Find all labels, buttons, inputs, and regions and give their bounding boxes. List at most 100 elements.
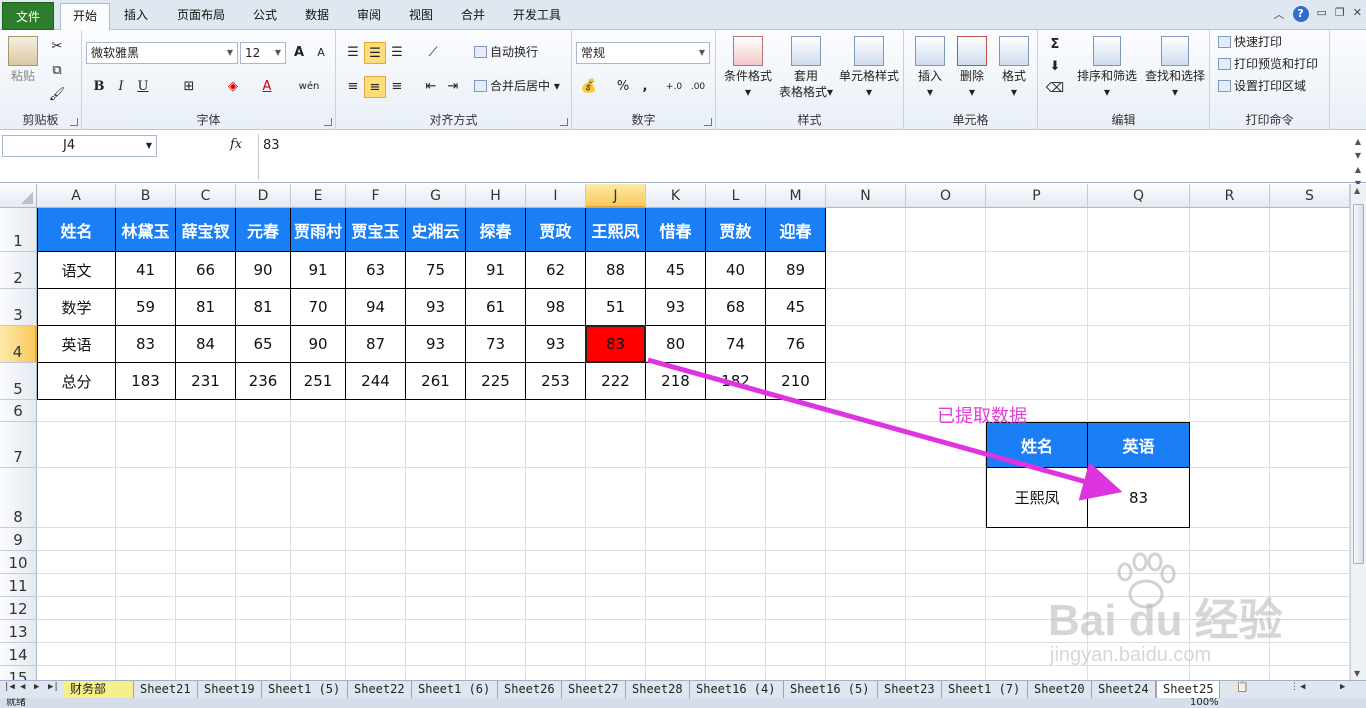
format-cells-button[interactable]: 格式 ▾	[994, 36, 1034, 100]
sheet-tab[interactable]: 财务部	[64, 681, 134, 698]
italic-button[interactable]: I	[110, 76, 132, 98]
align-bottom-icon[interactable]: ☰	[386, 42, 408, 64]
merge-center-button[interactable]: 合并后居中 ▾	[474, 76, 560, 96]
paste-button[interactable]: 粘贴	[4, 36, 42, 84]
minimize-icon[interactable]: ▭	[1317, 6, 1327, 22]
sheet-tab[interactable]: Sheet16 (4)	[690, 681, 784, 698]
close-icon[interactable]: ✕	[1353, 6, 1362, 22]
tab-merge[interactable]: 合并	[452, 3, 494, 30]
restore-icon[interactable]: ❐	[1335, 6, 1345, 22]
decrease-indent-icon[interactable]: ⇤	[420, 76, 442, 98]
align-middle-icon[interactable]: ☰	[364, 42, 386, 64]
sheet-tab[interactable]: Sheet25	[1156, 681, 1220, 699]
number-launcher-icon[interactable]	[704, 118, 712, 126]
first-sheet-icon[interactable]: |◀	[4, 682, 15, 692]
sheet-tab[interactable]: Sheet1 (7)	[942, 681, 1028, 698]
sheet-tab[interactable]: Sheet21	[134, 681, 198, 698]
sheet-tab[interactable]: Sheet24	[1092, 681, 1156, 698]
next-sheet-icon[interactable]: ▶	[34, 682, 39, 692]
increase-indent-icon[interactable]: ⇥	[442, 76, 464, 98]
tab-split-handle[interactable]: ⋮	[1290, 682, 1299, 692]
sheet-tab[interactable]: Sheet20	[1028, 681, 1092, 698]
scroll-thumb[interactable]	[1353, 204, 1364, 564]
grow-font-button[interactable]: A	[288, 42, 310, 64]
print-preview-button[interactable]: 打印预览和打印	[1218, 54, 1318, 74]
align-right-icon[interactable]: ≡	[386, 76, 408, 98]
format-painter-icon[interactable]: 🖌	[46, 84, 68, 106]
orientation-icon[interactable]: ⟋	[422, 42, 444, 64]
font-color-button[interactable]: A	[256, 76, 278, 98]
sheet-tab[interactable]: Sheet22	[348, 681, 412, 698]
cut-icon[interactable]: ✂	[46, 36, 68, 58]
function-icon[interactable]: fx	[230, 137, 242, 152]
shrink-font-button[interactable]: A	[310, 42, 332, 64]
name-box[interactable]: J4 ▼	[2, 135, 157, 157]
tab-page-layout[interactable]: 页面布局	[166, 3, 236, 30]
tab-home[interactable]: 开始	[60, 3, 110, 31]
phonetic-button[interactable]: wén	[294, 76, 324, 98]
format-as-table-button[interactable]: 套用 表格格式▾	[776, 36, 836, 100]
fill-icon[interactable]: ⬇	[1044, 56, 1066, 78]
last-sheet-icon[interactable]: ▶|	[48, 682, 59, 692]
group-label-number: 数字	[631, 113, 656, 127]
scroll-down-icon[interactable]: ▼	[1354, 669, 1360, 678]
sheet-tab[interactable]: Sheet1 (5)	[262, 681, 348, 698]
sort-filter-button[interactable]: 排序和筛选 ▾	[1074, 36, 1140, 100]
currency-icon[interactable]: 💰	[578, 76, 600, 98]
font-name-select[interactable]: 微软雅黑 ▼	[86, 42, 238, 64]
decrease-decimal-button[interactable]: .00	[686, 76, 710, 98]
sheet-tab[interactable]: Sheet19	[198, 681, 262, 698]
formula-input[interactable]: 83	[258, 134, 1346, 180]
tab-file[interactable]: 文件	[2, 2, 54, 30]
wrap-text-button[interactable]: 自动换行	[474, 42, 538, 62]
cell-styles-button[interactable]: 单元格样式 ▾	[836, 36, 902, 100]
sheet-tab[interactable]: Sheet1 (6)	[412, 681, 498, 698]
border-icon[interactable]: ⊞	[178, 76, 200, 98]
comma-button[interactable]: ,	[634, 76, 656, 98]
autosum-button[interactable]: Σ	[1044, 34, 1066, 56]
sheet-tab[interactable]: Sheet26	[498, 681, 562, 698]
quick-print-button[interactable]: 快速打印	[1218, 32, 1282, 52]
formula-bar-scroll[interactable]: ▲▼▲▼	[1352, 135, 1364, 191]
hscroll-left-icon[interactable]: ◀	[1300, 682, 1305, 692]
sheet-tab[interactable]: Sheet27	[562, 681, 626, 698]
vertical-scrollbar[interactable]: ▲ ▼	[1350, 184, 1366, 680]
sheet-tab[interactable]: Sheet16 (5)	[784, 681, 878, 698]
zoom-level[interactable]: 100%	[1190, 698, 1219, 708]
tab-developer[interactable]: 开发工具	[504, 3, 570, 30]
prev-sheet-icon[interactable]: ◀	[20, 682, 25, 692]
font-size-select[interactable]: 12 ▼	[240, 42, 286, 64]
bold-button[interactable]: B	[88, 76, 110, 98]
sheet-tab[interactable]: Sheet23	[878, 681, 942, 698]
tab-data[interactable]: 数据	[296, 3, 338, 30]
align-center-icon[interactable]: ≡	[364, 76, 386, 98]
align-top-icon[interactable]: ☰	[342, 42, 364, 64]
print-area-button[interactable]: 设置打印区域	[1218, 76, 1306, 96]
percent-button[interactable]: %	[612, 76, 634, 98]
tab-insert[interactable]: 插入	[114, 3, 158, 30]
help-icon[interactable]: ?	[1292, 6, 1309, 22]
font-launcher-icon[interactable]	[324, 118, 332, 126]
find-select-button[interactable]: 查找和选择 ▾	[1142, 36, 1208, 100]
insert-sheet-icon[interactable]: 📋	[1236, 682, 1248, 693]
copy-icon[interactable]: ⧉	[46, 60, 68, 82]
align-left-icon[interactable]: ≡	[342, 76, 364, 98]
hscroll-right-icon[interactable]: ▶	[1340, 682, 1345, 692]
tab-view[interactable]: 视图	[400, 3, 442, 30]
number-format-select[interactable]: 常规 ▼	[576, 42, 710, 64]
underline-button[interactable]: U	[132, 76, 154, 98]
sheet-tab[interactable]: Sheet28	[626, 681, 690, 698]
worksheet-grid[interactable]: ABCDEFGHIJKLMNOPQRS 1 2 3 4 5 6 7 8 9 10 11 12 13 14 1…	[0, 184, 1350, 680]
increase-decimal-button[interactable]: +.0	[662, 76, 686, 98]
conditional-format-button[interactable]: 条件格式 ▾	[720, 36, 776, 100]
scroll-up-icon[interactable]: ▲	[1354, 186, 1360, 195]
clear-icon[interactable]: ⌫	[1044, 78, 1066, 100]
insert-cells-button[interactable]: 插入 ▾	[910, 36, 950, 100]
alignment-launcher-icon[interactable]	[560, 118, 568, 126]
delete-cells-button[interactable]: 删除 ▾	[952, 36, 992, 100]
fill-color-icon[interactable]: ◈	[222, 76, 244, 98]
collapse-ribbon-icon[interactable]: ︿	[1274, 6, 1285, 22]
tab-formulas[interactable]: 公式	[244, 3, 286, 30]
tab-review[interactable]: 审阅	[348, 3, 390, 30]
clipboard-launcher-icon[interactable]	[70, 118, 78, 126]
